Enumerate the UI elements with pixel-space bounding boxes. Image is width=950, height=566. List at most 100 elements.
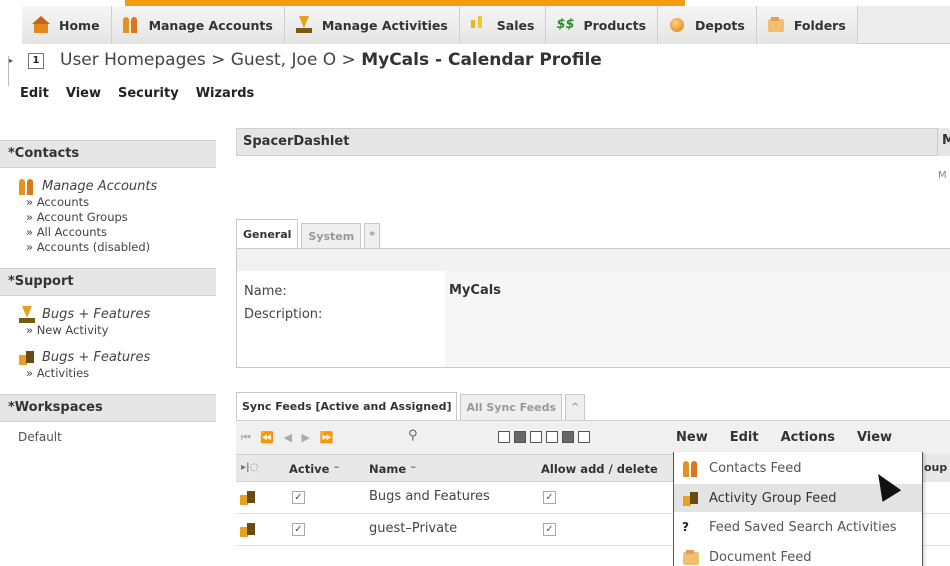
sidebar-title-label: Manage Accounts xyxy=(42,178,158,194)
name-label: Name: xyxy=(244,284,287,299)
list-menu: New Edit Actions View xyxy=(676,430,914,445)
tab-more[interactable]: * xyxy=(364,223,380,249)
activities-icon xyxy=(295,16,313,34)
tab-all-sync-feeds[interactable]: All Sync Feeds xyxy=(460,394,563,420)
activity-group-icon xyxy=(682,490,699,507)
activity-icon xyxy=(18,306,35,323)
sidebar-link-new-activity[interactable]: » New Activity xyxy=(18,322,216,339)
sidebar-title-manage-accounts[interactable]: Manage Accounts xyxy=(18,178,216,195)
sidebar-title-label: Bugs + Features xyxy=(42,306,151,322)
sales-icon xyxy=(470,16,488,34)
sidebar-title-label: Bugs + Features xyxy=(42,349,151,365)
menu-actions[interactable]: Actions xyxy=(781,430,835,445)
column-header-active[interactable]: Active ⁻ xyxy=(289,462,340,476)
sidebar-link-activities[interactable]: » Activities xyxy=(18,365,216,382)
saved-search-icon: ? xyxy=(682,519,689,534)
tab-system[interactable]: System xyxy=(301,223,362,249)
breadcrumb-separator: > xyxy=(205,50,231,70)
sidebar-toggle-handle[interactable]: ▸ xyxy=(8,56,14,86)
view-icon[interactable] xyxy=(498,431,510,443)
sync-feeds-tab-bar: Sync Feeds [Active and Assigned] All Syn… xyxy=(236,392,588,420)
tab-products[interactable]: $$ Products xyxy=(546,6,659,44)
list-toolbar: ⏮ ⏪ ◀ ▶ ⏩ ⚲ New Edit Actions View xyxy=(236,420,950,454)
tab-sync-feeds-active[interactable]: Sync Feeds [Active and Assigned] xyxy=(236,392,458,420)
sidebar-workspace-default[interactable]: Default xyxy=(0,422,216,444)
tab-manage-activities[interactable]: Manage Activities xyxy=(284,6,460,44)
breadcrumb-guest[interactable]: Guest, Joe O xyxy=(231,50,336,70)
menu-item-label: Activity Group Feed xyxy=(709,490,837,506)
depots-icon xyxy=(668,16,686,34)
sidebar-section-contacts: Manage Accounts » Accounts » Account Gro… xyxy=(0,168,216,268)
menu-edit-list[interactable]: Edit xyxy=(730,430,759,445)
column-header-group[interactable]: oup xyxy=(924,454,950,482)
allow-checkbox[interactable]: ✓ xyxy=(543,523,556,536)
folders-icon xyxy=(767,16,785,34)
calendar-profile-icon: 1 xyxy=(28,53,44,69)
page-title: MyCals - Calendar Profile xyxy=(361,50,602,70)
detail-value-column xyxy=(445,271,950,367)
sidebar-header-workspaces[interactable]: *Workspaces xyxy=(0,394,216,422)
menu-item-saved-search-feed[interactable]: ? Feed Saved Search Activities xyxy=(674,513,922,541)
left-sidebar: *Contacts Manage Accounts » Accounts » A… xyxy=(0,140,216,444)
menu-item-document-feed[interactable]: Document Feed xyxy=(674,543,922,566)
module-menu-bar: Edit View Security Wizards xyxy=(0,86,950,108)
document-icon xyxy=(682,549,699,566)
activity-group-icon xyxy=(239,489,255,505)
breadcrumb-user-homepages[interactable]: User Homepages xyxy=(60,50,206,70)
menu-edit[interactable]: Edit xyxy=(20,86,49,108)
menu-view[interactable]: View xyxy=(66,86,101,108)
menu-wizards[interactable]: Wizards xyxy=(196,86,255,108)
sidebar-header-contacts[interactable]: *Contacts xyxy=(0,140,216,168)
tab-label: Manage Activities xyxy=(321,17,448,33)
right-dashlet-text: M xyxy=(938,170,947,181)
breadcrumb-separator: > xyxy=(336,50,362,70)
sidebar-header-support[interactable]: *Support xyxy=(0,268,216,296)
tab-manage-accounts[interactable]: Manage Accounts xyxy=(111,6,285,44)
active-checkbox[interactable]: ✓ xyxy=(292,523,305,536)
pagination-controls[interactable]: ⏮ ⏪ ◀ ▶ ⏩ xyxy=(241,431,336,445)
tab-label: Sales xyxy=(496,17,535,33)
home-icon xyxy=(32,16,50,34)
active-checkbox[interactable]: ✓ xyxy=(292,491,305,504)
description-label: Description: xyxy=(244,307,323,322)
spacer-dashlet-header: SpacerDashlet xyxy=(236,128,950,156)
accounts-icon xyxy=(122,16,140,34)
tab-depots[interactable]: Depots xyxy=(658,6,757,44)
activity-group-icon xyxy=(18,349,34,365)
activity-group-icon xyxy=(239,521,255,537)
accounts-icon xyxy=(18,178,34,195)
view-icon[interactable] xyxy=(530,431,542,443)
menu-item-label: Feed Saved Search Activities xyxy=(709,519,897,535)
tab-home[interactable]: Home xyxy=(22,6,112,44)
column-header-allow[interactable]: Allow add / delete xyxy=(541,462,658,476)
menu-view-list[interactable]: View xyxy=(857,430,892,445)
row-name[interactable]: guest–Private xyxy=(369,521,457,536)
tab-sales[interactable]: Sales xyxy=(459,6,547,44)
sidebar-title-bugs-features-activities[interactable]: Bugs + Features xyxy=(18,349,216,365)
products-icon: $$ xyxy=(556,17,575,32)
sidebar-title-bugs-features[interactable]: Bugs + Features xyxy=(18,306,216,323)
row-name[interactable]: Bugs and Features xyxy=(369,489,490,504)
detail-panel-band xyxy=(237,249,950,271)
view-selector[interactable] xyxy=(498,431,594,443)
select-all-toggle[interactable]: ▸|◌ xyxy=(241,462,258,473)
view-icon[interactable] xyxy=(546,431,558,443)
collapse-tab-button[interactable]: ^ xyxy=(565,394,586,420)
tab-folders[interactable]: Folders xyxy=(756,6,858,44)
tab-label: Depots xyxy=(695,17,745,33)
tab-label: Home xyxy=(59,17,100,33)
sidebar-link-accounts-disabled[interactable]: » Accounts (disabled) xyxy=(18,239,216,256)
allow-checkbox[interactable]: ✓ xyxy=(543,491,556,504)
tab-general[interactable]: General xyxy=(236,219,299,249)
view-icon[interactable] xyxy=(514,431,526,443)
column-header-name[interactable]: Name ⁻ xyxy=(369,462,416,476)
menu-item-label: Document Feed xyxy=(709,549,812,565)
breadcrumb: User Homepages > Guest, Joe O > MyCals -… xyxy=(60,50,602,70)
menu-security[interactable]: Security xyxy=(118,86,179,108)
right-dashlet-header: M xyxy=(937,128,950,156)
detail-tab-bar: General System * xyxy=(236,219,383,249)
view-icon[interactable] xyxy=(562,431,574,443)
search-icon[interactable]: ⚲ xyxy=(408,428,418,443)
menu-new[interactable]: New xyxy=(676,430,708,445)
view-icon[interactable] xyxy=(578,431,590,443)
